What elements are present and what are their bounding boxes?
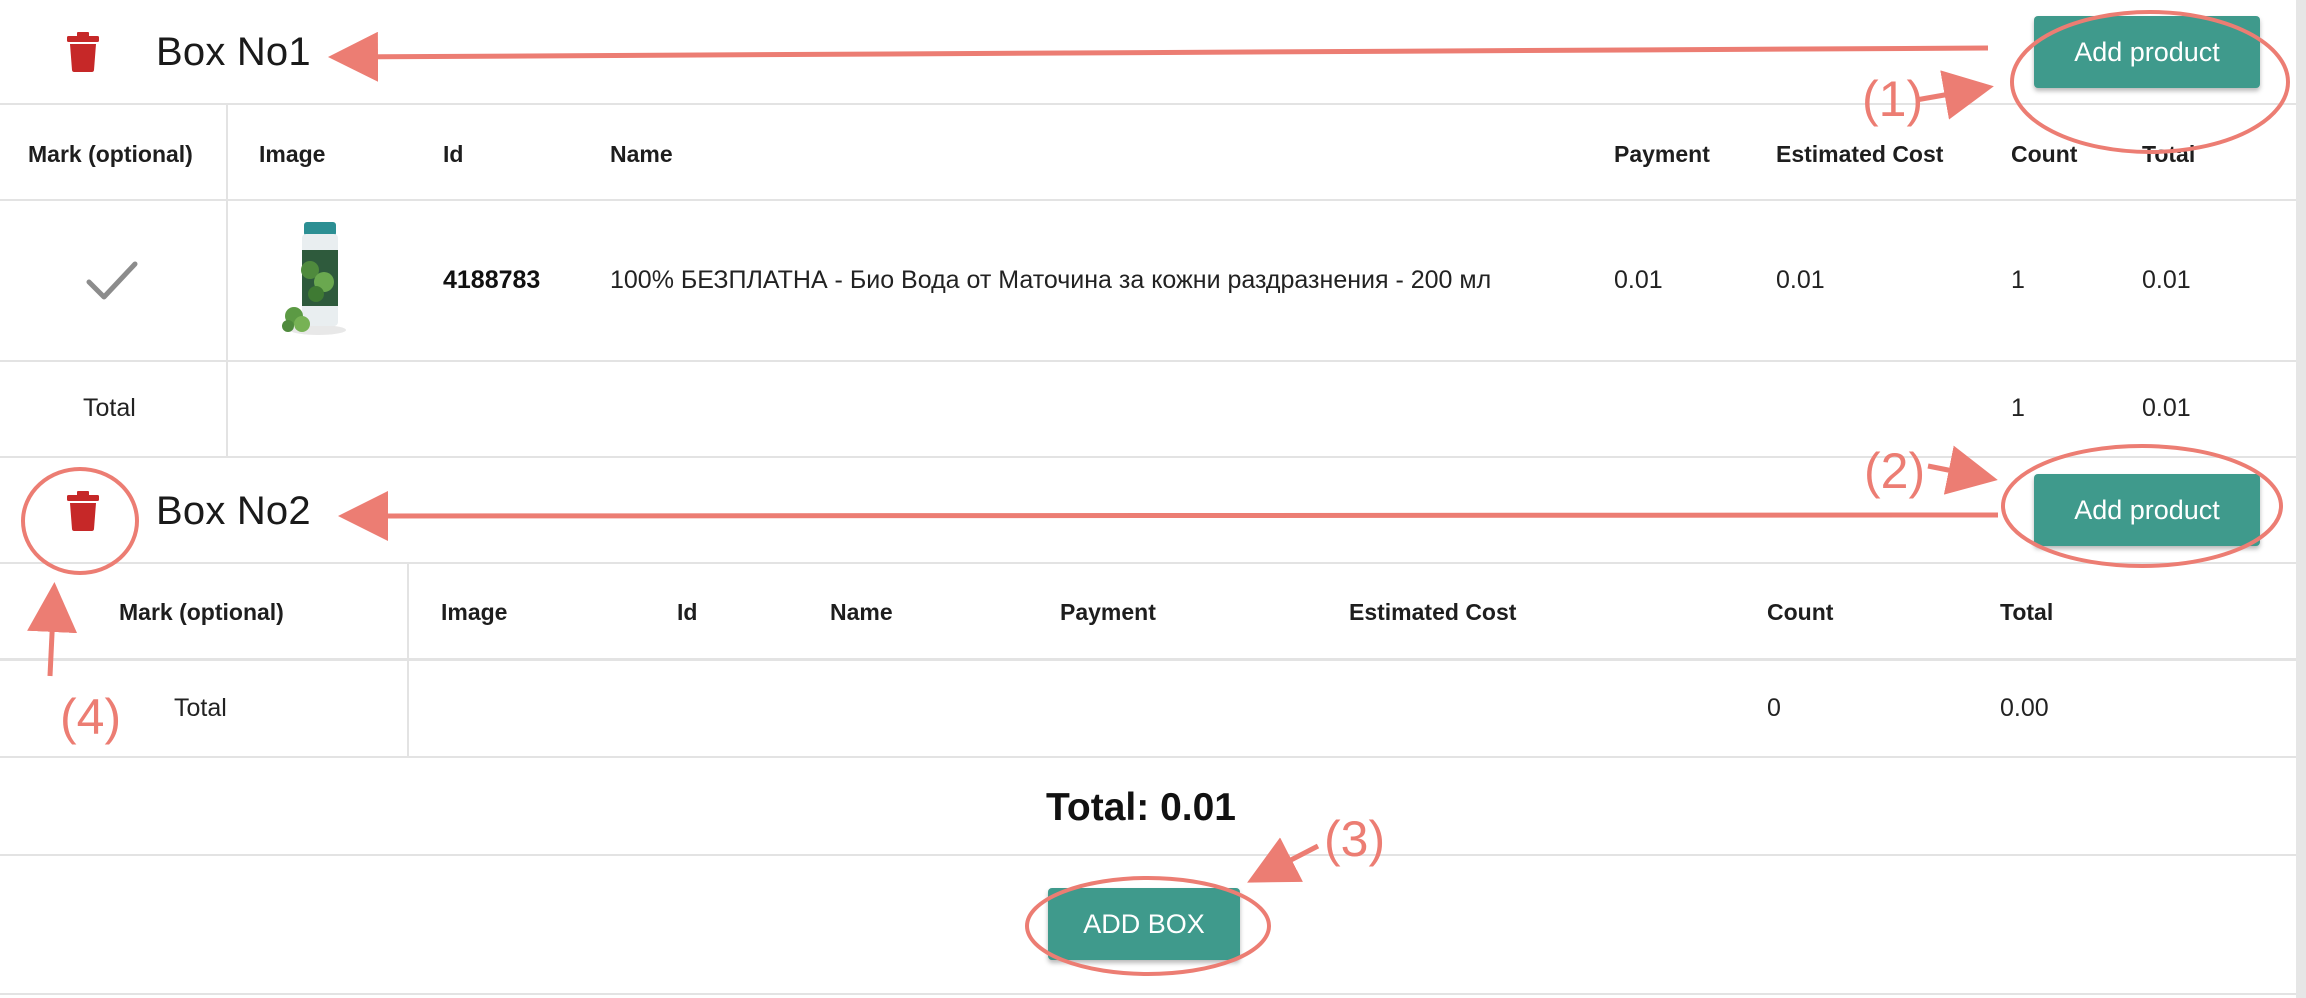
- total-label: Total: [174, 694, 227, 722]
- add-box-button[interactable]: ADD BOX: [1048, 888, 1240, 960]
- checkmark-icon[interactable]: [86, 260, 138, 302]
- product-name: 100% БЕЗПЛАТНА - Био Вода от Маточина за…: [610, 266, 1492, 294]
- header-estimated-cost: Estimated Cost: [1776, 141, 1944, 167]
- divider: [0, 103, 2296, 105]
- callout-2: (2): [1864, 443, 1925, 499]
- product-payment: 0.01: [1614, 266, 1663, 294]
- header-id: Id: [443, 141, 464, 167]
- add-product-button[interactable]: Add product: [2034, 16, 2260, 88]
- header-count: Count: [1767, 599, 1834, 625]
- product-total: 0.01: [2142, 266, 2191, 294]
- header-id: Id: [677, 599, 698, 625]
- header-image: Image: [259, 141, 326, 167]
- callout-1: (1): [1862, 71, 1923, 127]
- arrow-line: [1927, 445, 1998, 495]
- arrow-line: [338, 490, 1999, 541]
- divider: [0, 562, 2296, 564]
- total-sum: 0.00: [2000, 694, 2049, 722]
- total-count: 1: [2011, 394, 2025, 422]
- arrow-line: [27, 582, 78, 677]
- total-sum: 0.01: [2142, 394, 2191, 422]
- divider: [0, 456, 2296, 458]
- column-divider: [226, 104, 228, 456]
- arrow-line: [328, 31, 1989, 82]
- header-name: Name: [830, 599, 893, 625]
- box-title: Box No1: [156, 30, 311, 74]
- divider: [0, 199, 2296, 201]
- divider: [0, 756, 2296, 758]
- total-label: Total: [83, 394, 136, 422]
- header-payment: Payment: [1060, 599, 1156, 625]
- right-edge-scrollbar: [2296, 0, 2306, 998]
- total-count: 0: [1767, 694, 1781, 722]
- header-name: Name: [610, 141, 673, 167]
- divider: [0, 854, 2296, 856]
- divider: [0, 360, 2296, 362]
- header-count: Count: [2011, 141, 2078, 167]
- header-image: Image: [441, 599, 508, 625]
- header-estimated-cost: Estimated Cost: [1349, 599, 1517, 625]
- divider: [0, 658, 2296, 661]
- trash-icon[interactable]: [66, 491, 100, 531]
- add-product-button[interactable]: Add product: [2034, 474, 2260, 546]
- product-estimated-cost: 0.01: [1776, 266, 1825, 294]
- callout-4: (4): [60, 689, 121, 745]
- arrow-line: [1247, 837, 1320, 883]
- divider: [0, 993, 2296, 995]
- product-count: 1: [2011, 266, 2025, 294]
- header-total: Total: [2142, 141, 2196, 167]
- header-mark: Mark (optional): [119, 599, 284, 625]
- annotation-overlay: (1) (2) (3) (4): [21, 10, 2290, 976]
- product-image: [280, 220, 360, 336]
- header-mark: Mark (optional): [28, 141, 193, 167]
- header-total: Total: [2000, 599, 2054, 625]
- box-title: Box No2: [156, 489, 311, 533]
- product-id: 4188783: [443, 266, 541, 294]
- arrow-line: [1915, 70, 1994, 120]
- trash-icon[interactable]: [66, 32, 100, 72]
- grand-total: Total: 0.01: [1046, 786, 1236, 829]
- header-payment: Payment: [1614, 141, 1710, 167]
